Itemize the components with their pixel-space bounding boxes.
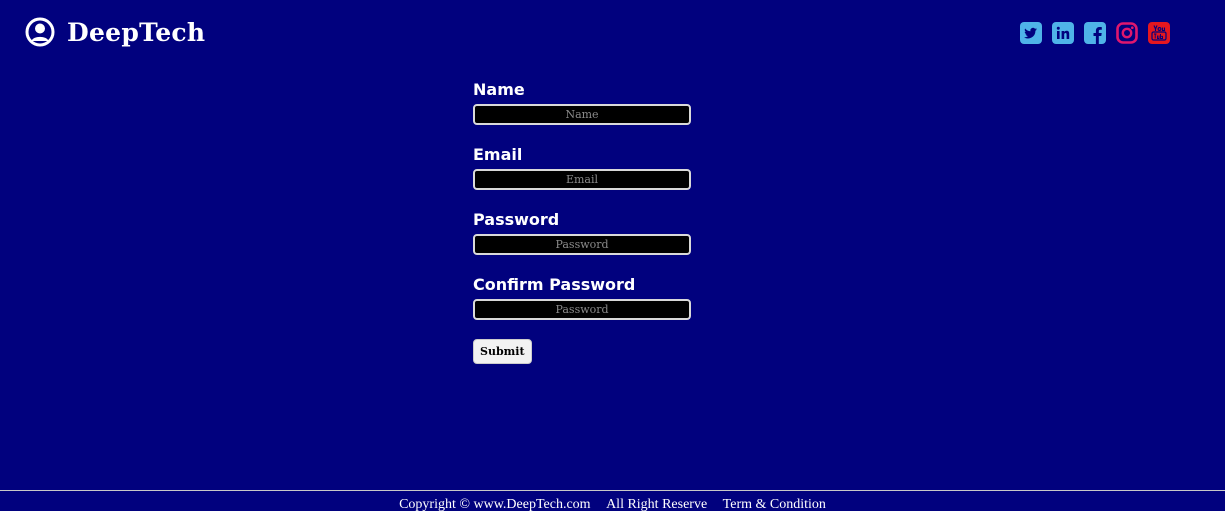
submit-button[interactable]: Submit <box>473 339 532 364</box>
password-label: Password <box>473 210 560 229</box>
footer-rights: All Right Reserve <box>606 497 708 511</box>
instagram-icon[interactable] <box>1116 22 1138 44</box>
name-label: Name <box>473 80 525 99</box>
password-input[interactable] <box>473 234 691 255</box>
confirm-password-label: Confirm Password <box>473 275 636 294</box>
footer: Copyright © www.DeepTech.com All Right R… <box>0 490 1225 511</box>
password-field: Password <box>473 210 693 255</box>
email-field: Email <box>473 145 693 190</box>
social-links <box>1020 22 1170 44</box>
twitter-icon[interactable] <box>1020 22 1042 44</box>
signup-form: Name Email Password Confirm Password Sub… <box>473 80 693 364</box>
facebook-icon[interactable] <box>1084 22 1106 44</box>
name-field: Name <box>473 80 693 125</box>
brand-name: DeepTech <box>67 17 206 47</box>
youtube-icon[interactable] <box>1148 22 1170 44</box>
name-input[interactable] <box>473 104 691 125</box>
email-label: Email <box>473 145 523 164</box>
footer-terms-link[interactable]: Term & Condition <box>723 497 826 511</box>
brand-logo[interactable]: DeepTech <box>25 17 205 47</box>
footer-copyright: Copyright © www.DeepTech.com <box>399 497 591 511</box>
email-input[interactable] <box>473 169 691 190</box>
confirm-password-input[interactable] <box>473 299 691 320</box>
user-circle-icon <box>25 17 55 47</box>
linkedin-icon[interactable] <box>1052 22 1074 44</box>
signup-page: DeepTech Name Name Email Email Password … <box>0 0 1225 511</box>
confirm-password-field: Confirm Password <box>473 275 693 320</box>
